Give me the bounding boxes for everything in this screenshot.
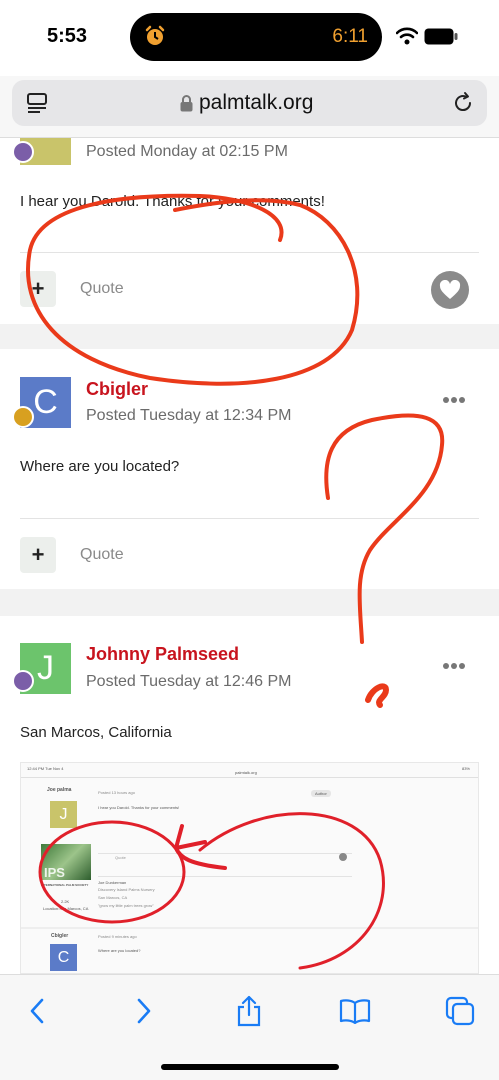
embed-divider bbox=[98, 853, 352, 854]
forward-icon bbox=[137, 998, 151, 1024]
reload-icon[interactable] bbox=[451, 91, 475, 115]
url-text: palmtalk.org bbox=[199, 91, 314, 114]
embed-divider bbox=[21, 777, 478, 778]
embed-status-right: 83% bbox=[461, 766, 470, 771]
embed-sig-line1: Discovery Island Palms Nursery bbox=[98, 887, 155, 892]
tabs-icon bbox=[445, 996, 475, 1026]
address-bar[interactable]: palmtalk.org bbox=[12, 80, 487, 126]
post-body: San Marcos, California bbox=[20, 724, 172, 741]
author-name[interactable]: Cbigler bbox=[86, 379, 148, 400]
quote-button[interactable]: Quote bbox=[80, 280, 124, 298]
embed-divider bbox=[98, 876, 352, 877]
more-icon[interactable] bbox=[443, 662, 465, 670]
post-card: C Cbigler Posted Tuesday at 12:34 PM Whe… bbox=[0, 349, 499, 589]
embed-quote: Quote bbox=[115, 855, 126, 860]
embed-sig-line3: "grow my little palm trees grow" bbox=[98, 903, 154, 908]
share-button[interactable] bbox=[229, 993, 269, 1029]
embed-author-badge: Author bbox=[311, 790, 331, 797]
embed-url: palmtalk.org bbox=[235, 770, 257, 775]
quote-button[interactable]: Quote bbox=[80, 546, 124, 564]
tabs-button[interactable] bbox=[440, 993, 480, 1029]
post-date: Posted Tuesday at 12:34 PM bbox=[86, 407, 292, 424]
alarm-time: 6:11 bbox=[332, 26, 368, 47]
divider bbox=[20, 252, 479, 253]
embed-user1: Joe palma bbox=[47, 787, 72, 793]
embed-avatar2: C bbox=[50, 944, 77, 971]
plus-icon: + bbox=[31, 276, 45, 301]
battery-icon bbox=[424, 28, 458, 45]
embed-posted1: Posted 13 hours ago bbox=[98, 790, 135, 795]
wifi-icon bbox=[396, 27, 418, 45]
embed-location: Location:San Marcos, CA bbox=[43, 906, 89, 911]
embed-ips-logo: IPS bbox=[44, 865, 65, 880]
embed-post-count: 2.2K bbox=[61, 899, 70, 904]
forward-button[interactable] bbox=[124, 993, 164, 1029]
url-group[interactable]: palmtalk.org bbox=[180, 91, 313, 115]
bookmarks-icon bbox=[339, 999, 371, 1024]
divider bbox=[20, 518, 479, 519]
post-date: Posted Tuesday at 12:46 PM bbox=[86, 673, 292, 690]
status-bar: 5:53 6:11 bbox=[0, 0, 499, 76]
multiquote-button[interactable]: + bbox=[20, 271, 56, 307]
post-body: I hear you Darold. Thanks for your comme… bbox=[20, 193, 325, 210]
embed-ips-image: IPS bbox=[41, 844, 91, 880]
embed-ips-caption: INTERNATIONAL PALM SOCIETY bbox=[41, 883, 89, 887]
status-time: 5:53 bbox=[47, 25, 88, 47]
rank-badge-icon bbox=[12, 670, 34, 692]
home-indicator[interactable] bbox=[161, 1064, 339, 1070]
alarm-icon bbox=[145, 25, 165, 45]
heart-icon bbox=[439, 280, 461, 299]
dynamic-island: 6:11 bbox=[130, 13, 382, 61]
back-icon bbox=[30, 998, 44, 1024]
embed-posted2: Posted 9 minutes ago bbox=[98, 934, 137, 939]
rank-badge-icon bbox=[12, 406, 34, 428]
embed-text2: Where are you located? bbox=[98, 948, 141, 953]
multiquote-button[interactable]: + bbox=[20, 537, 56, 573]
page-content: Posted Monday at 02:15 PM I hear you Dar… bbox=[0, 138, 499, 974]
post-date: Posted Monday at 02:15 PM bbox=[86, 143, 288, 160]
author-name[interactable]: Johnny Palmseed bbox=[86, 644, 239, 665]
reader-icon[interactable] bbox=[26, 92, 48, 114]
share-icon bbox=[237, 995, 261, 1027]
back-button[interactable] bbox=[17, 993, 57, 1029]
post-card: Posted Monday at 02:15 PM I hear you Dar… bbox=[0, 138, 499, 324]
embed-avatar1: J bbox=[50, 801, 77, 828]
embed-sig-name: Joe Dunkerman bbox=[98, 880, 127, 885]
embed-user2: Cbigler bbox=[51, 933, 69, 939]
embed-divider bbox=[21, 927, 478, 929]
like-button[interactable] bbox=[431, 271, 469, 309]
bookmarks-button[interactable] bbox=[335, 993, 375, 1029]
browser-toolbar bbox=[0, 974, 499, 1080]
post-body: Where are you located? bbox=[20, 458, 180, 475]
embed-text1: I hear you Darold. Thanks for your comme… bbox=[98, 805, 180, 810]
embedded-screenshot[interactable]: 12:44 PM Tue Nov 4 palmtalk.org 83% Joe … bbox=[20, 762, 479, 974]
more-icon[interactable] bbox=[443, 396, 465, 404]
browser-address-area: palmtalk.org bbox=[0, 76, 499, 138]
embed-sig-line2: San Marcos, CA bbox=[98, 895, 128, 900]
rank-badge-icon bbox=[12, 141, 34, 163]
plus-icon: + bbox=[31, 542, 45, 567]
embed-heart-icon bbox=[339, 853, 347, 861]
lock-icon bbox=[180, 94, 193, 111]
embed-status-left: 12:44 PM Tue Nov 4 bbox=[27, 766, 64, 771]
